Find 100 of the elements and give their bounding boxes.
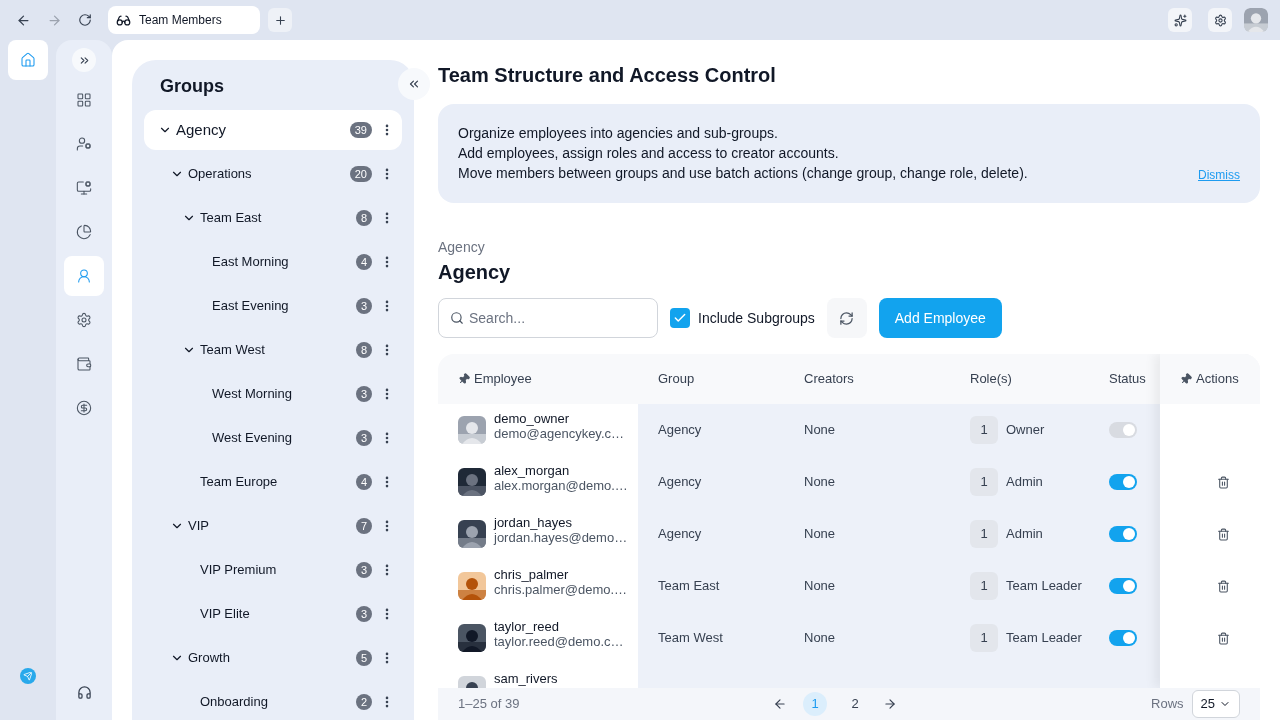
- settings-button[interactable]: [1208, 8, 1232, 32]
- group-name: West Morning: [212, 385, 293, 404]
- tree-item[interactable]: VIP Elite 3: [144, 594, 402, 634]
- column-header[interactable]: Role(s): [950, 369, 1107, 389]
- status-toggle[interactable]: [1109, 526, 1137, 542]
- tree-item[interactable]: Team Europe 4: [144, 462, 402, 502]
- tree-item[interactable]: Onboarding 2: [144, 682, 402, 720]
- tree-item[interactable]: East Evening 3: [144, 286, 402, 326]
- tree-item[interactable]: VIP Premium 3: [144, 550, 402, 590]
- collapse-icon: [407, 77, 421, 91]
- tree-item[interactable]: Operations 20: [144, 154, 402, 194]
- username: taylor_reed: [494, 619, 561, 634]
- breadcrumb: Agency: [438, 238, 486, 257]
- reload-icon[interactable]: [78, 13, 92, 27]
- column-header[interactable]: Actions: [1196, 369, 1239, 389]
- tree-item[interactable]: West Morning 3: [144, 374, 402, 414]
- collapse-button[interactable]: [398, 68, 430, 100]
- table-cell-text: Agency: [657, 473, 703, 492]
- page-button[interactable]: 2: [843, 692, 868, 716]
- headphones-icon[interactable]: [76, 685, 92, 700]
- count-badge: 5: [356, 650, 372, 666]
- group-name: Team East: [200, 209, 263, 228]
- role-name: Owner: [1006, 421, 1045, 440]
- count-badge: 20: [349, 166, 372, 182]
- table-cell-text: None: [803, 577, 837, 596]
- table-cell-text: None: [803, 473, 837, 492]
- email: alex.morgan@demo.…: [494, 478, 628, 493]
- email: chris.palmer@demo.…: [494, 582, 628, 597]
- table-cell-text: Team West: [657, 629, 724, 648]
- search-field[interactable]: Search...: [438, 298, 658, 338]
- expand-button[interactable]: [72, 48, 96, 72]
- column-header[interactable]: Employee: [474, 369, 532, 389]
- group-name: Onboarding: [200, 693, 269, 712]
- group-name: VIP Elite: [200, 605, 251, 624]
- back-icon[interactable]: [16, 12, 31, 28]
- refresh-button[interactable]: [826, 298, 867, 338]
- email: jordan.hayes@demo…: [494, 530, 628, 545]
- status-toggle[interactable]: [1109, 474, 1137, 490]
- column-header[interactable]: Group: [638, 369, 784, 389]
- next-page-icon[interactable]: [883, 697, 898, 711]
- grid-icon: [76, 92, 92, 108]
- page-title: Team Structure and Access Control: [438, 63, 777, 88]
- username: demo_owner: [494, 411, 571, 426]
- count-badge: 4: [356, 254, 372, 270]
- group-name: Growth: [188, 649, 231, 668]
- table-cell-text: Agency: [657, 525, 703, 544]
- panel-title: Groups: [159, 75, 225, 98]
- info-text: Organize employees into agencies and sub-groups.: [458, 124, 779, 143]
- column-header[interactable]: Creators: [784, 369, 950, 389]
- tree-item[interactable]: Team East 8: [144, 198, 402, 238]
- check-icon: [673, 311, 687, 325]
- table-cell-text: Agency: [657, 421, 703, 440]
- status-toggle[interactable]: [1109, 578, 1137, 594]
- delete-icon[interactable]: [1216, 579, 1230, 593]
- settings-icon: [1213, 13, 1227, 27]
- info-text: Move members between groups and use batch actions (change group, change role, delete).: [458, 164, 1028, 183]
- sparkles-button[interactable]: [1168, 8, 1192, 32]
- monitor-gear-icon: [76, 180, 92, 196]
- count-badge: 4: [356, 474, 372, 490]
- pie-chart-icon: [76, 224, 92, 240]
- tree-item[interactable]: Team West 8: [144, 330, 402, 370]
- email: taylor.reed@demo.c…: [494, 634, 624, 649]
- delete-icon[interactable]: [1216, 631, 1230, 645]
- count-badge: 8: [356, 342, 372, 358]
- tree-item[interactable]: East Morning 4: [144, 242, 402, 282]
- user-gear-icon: [76, 136, 92, 152]
- rows-label: Rows: [1151, 695, 1184, 714]
- table-cell-text: Team East: [657, 577, 721, 596]
- group-name: Operations: [188, 165, 253, 184]
- tree-item[interactable]: Agency 39: [144, 110, 402, 150]
- tree-item[interactable]: Growth 5: [144, 638, 402, 678]
- role-count-badge: 1: [970, 624, 998, 652]
- group-name: Team West: [200, 341, 266, 360]
- home-icon: [20, 52, 36, 68]
- tree-item[interactable]: West Evening 3: [144, 418, 402, 458]
- count-badge: 3: [356, 386, 372, 402]
- username: jordan_hayes: [494, 515, 574, 530]
- status-toggle[interactable]: [1109, 630, 1137, 646]
- delete-icon[interactable]: [1216, 475, 1230, 489]
- rows-select[interactable]: 25: [1191, 690, 1240, 718]
- new-tab-button[interactable]: [268, 8, 292, 32]
- count-badge: 3: [356, 298, 372, 314]
- delete-icon[interactable]: [1216, 527, 1230, 541]
- column-header[interactable]: Status: [1107, 369, 1160, 389]
- search-icon: [450, 311, 464, 325]
- include-subgroups-checkbox[interactable]: [670, 308, 690, 328]
- count-badge: 3: [356, 606, 372, 622]
- username: sam_rivers: [494, 671, 558, 686]
- role-name: Team Leader: [1006, 629, 1082, 648]
- count-badge: 7: [356, 518, 372, 534]
- wallet-icon: [76, 356, 92, 372]
- role-count-badge: 1: [970, 416, 998, 444]
- table-cell-text: None: [803, 421, 837, 440]
- browser-tab[interactable]: Team Members: [108, 6, 260, 34]
- role-count-badge: 1: [970, 468, 998, 496]
- section-heading: Agency: [438, 260, 512, 285]
- email: demo@agencykey.c…: [494, 426, 624, 441]
- group-name: East Evening: [212, 297, 290, 316]
- previous-page-icon[interactable]: [773, 697, 788, 711]
- tree-item[interactable]: VIP 7: [144, 506, 402, 546]
